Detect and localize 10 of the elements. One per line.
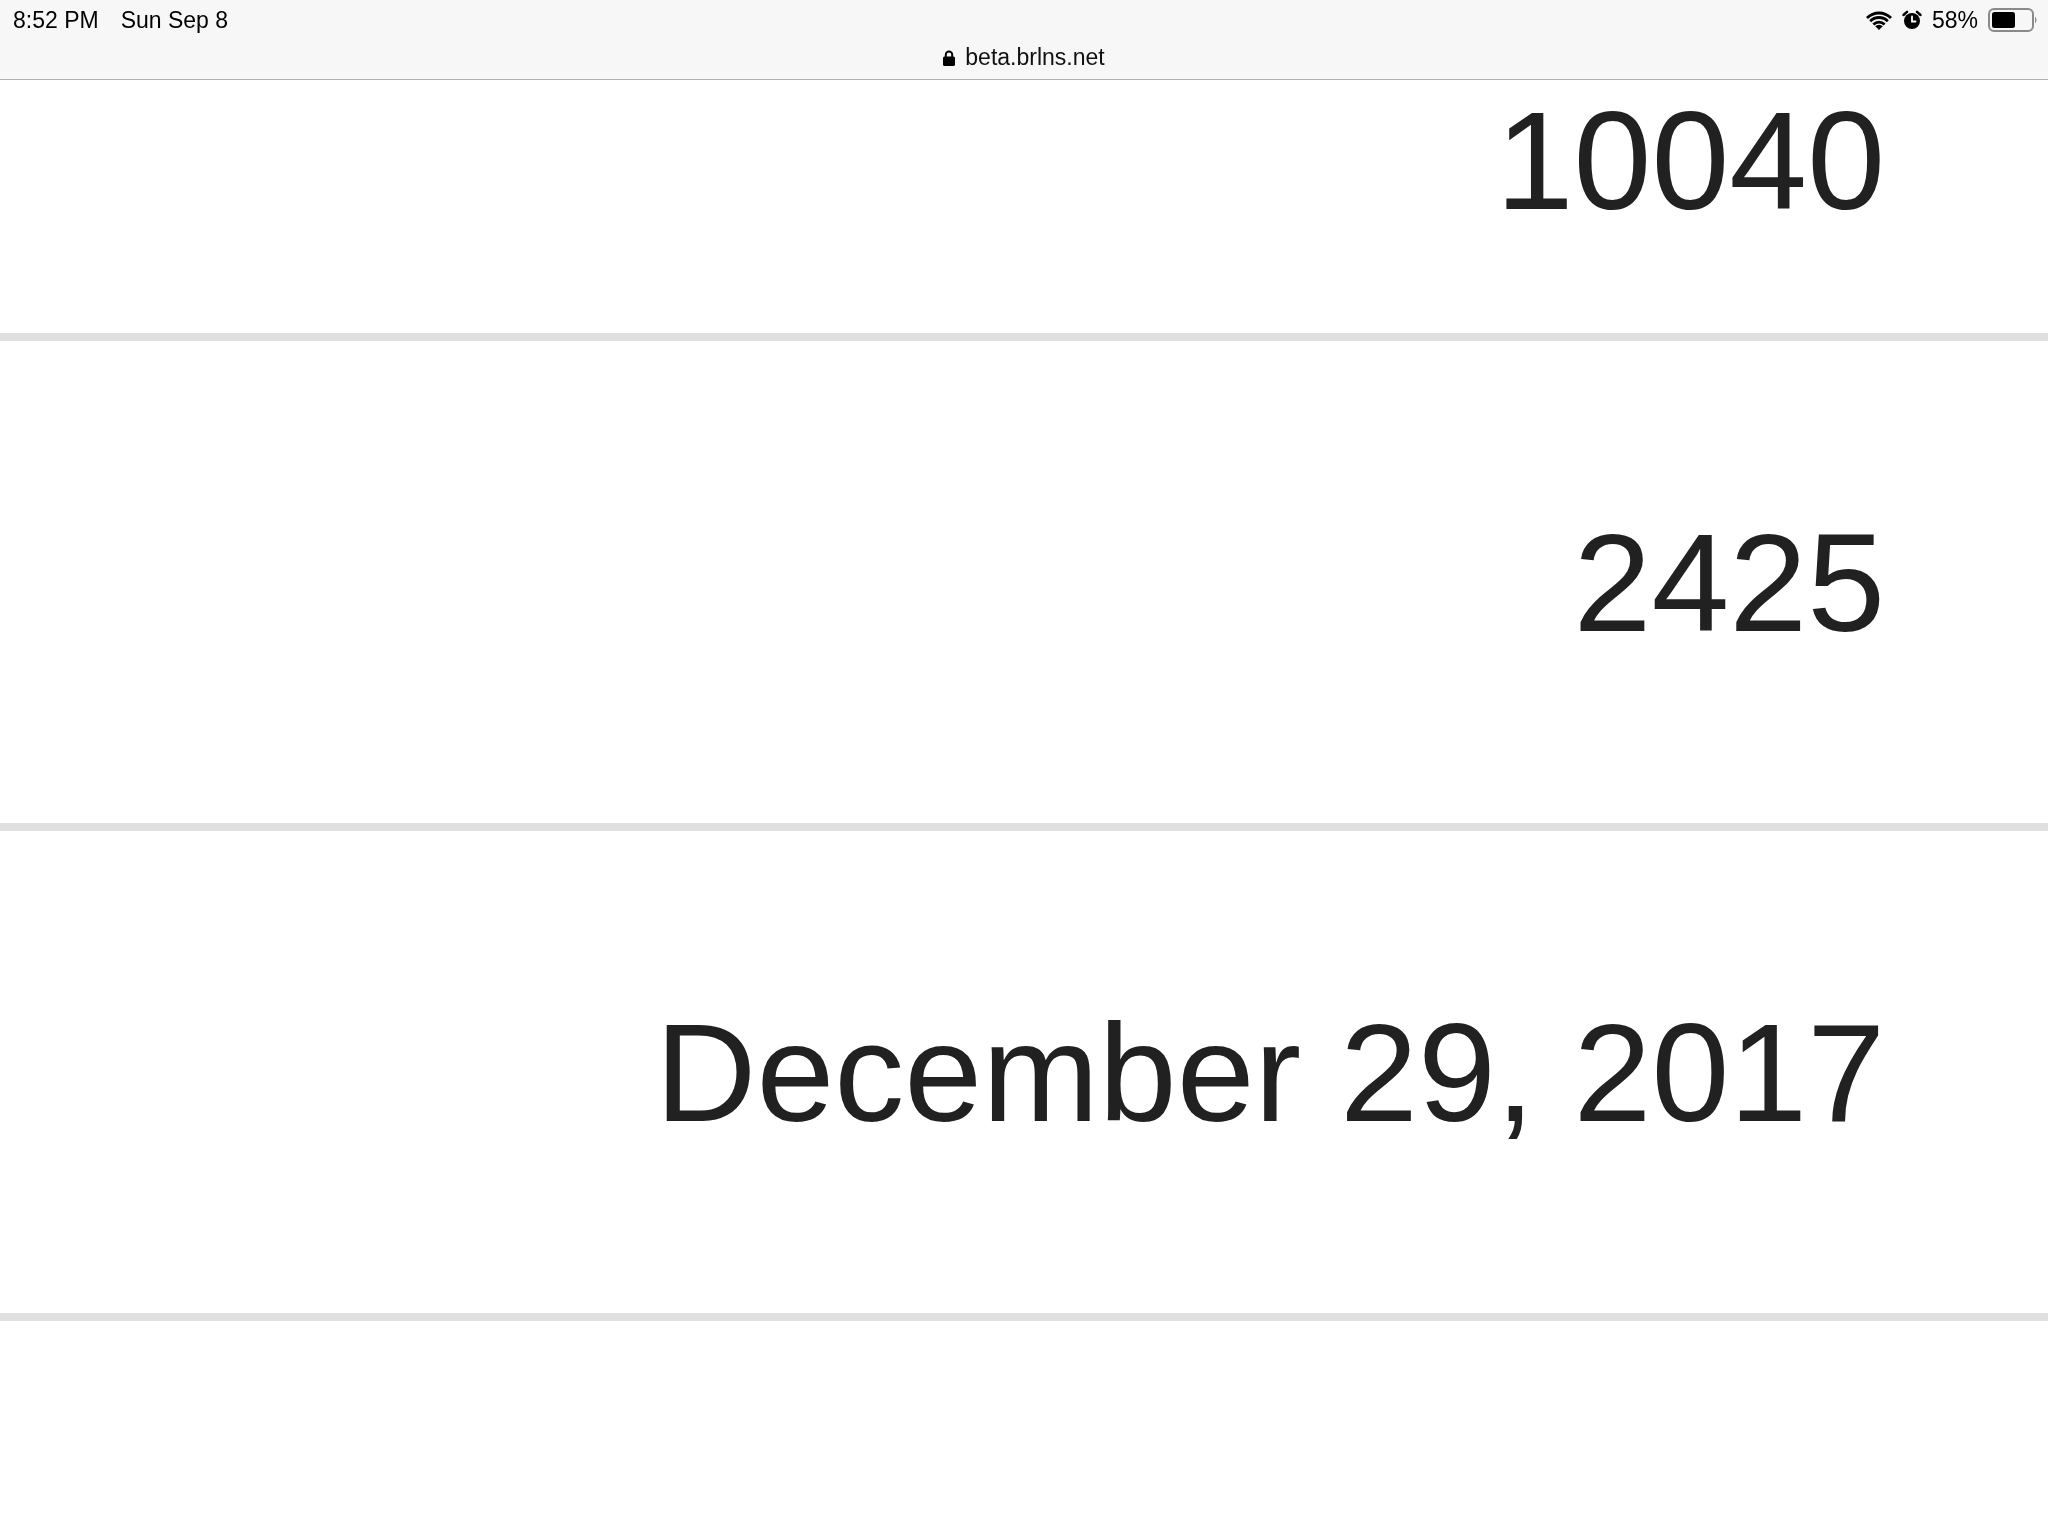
status-date: Sun Sep 8	[120, 6, 229, 34]
value-text: December 29, 2017	[655, 992, 1885, 1153]
battery-icon	[1988, 8, 2038, 32]
wifi-icon	[1865, 10, 1892, 30]
alarm-clock-icon	[1901, 10, 1922, 30]
status-time: 8:52 PM	[13, 6, 99, 34]
value-text: 10040	[1495, 81, 1885, 241]
url-text[interactable]: beta.brlns.net	[965, 44, 1105, 71]
value-text: 2425	[1573, 502, 1885, 663]
battery-percent: 58%	[1931, 6, 1978, 34]
